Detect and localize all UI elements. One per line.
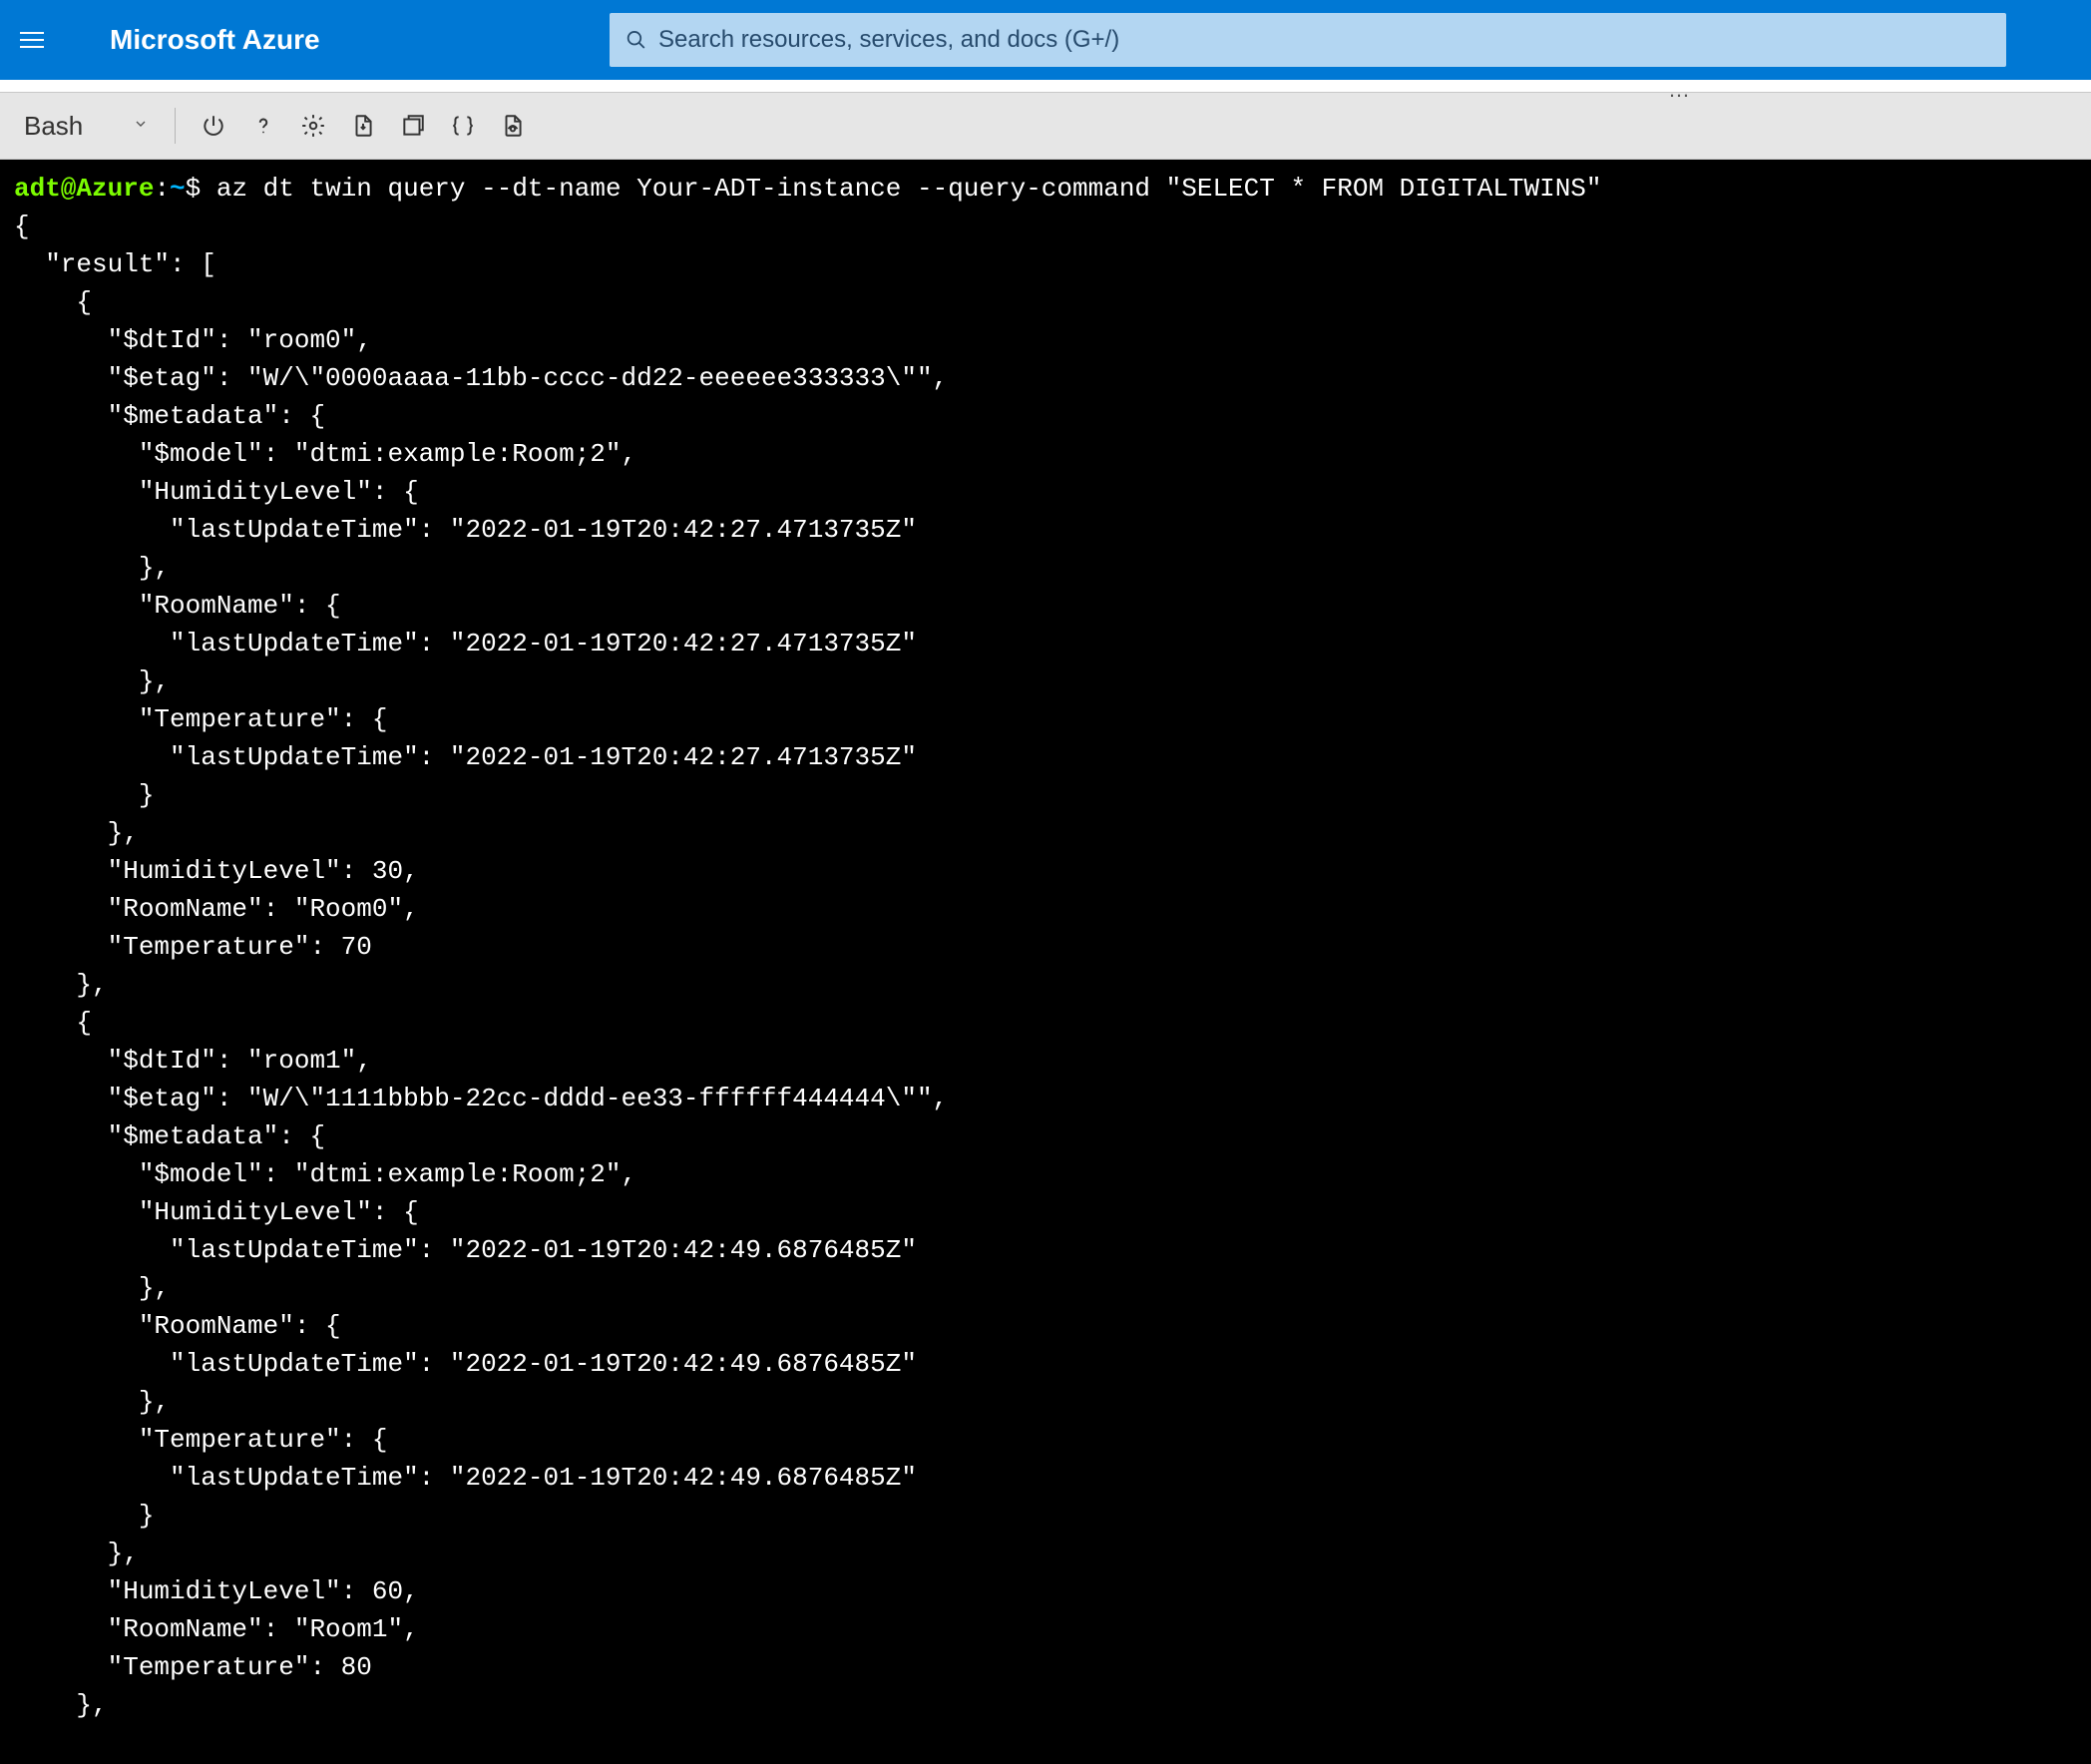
search-input[interactable] xyxy=(658,26,1990,54)
prompt-path: ~ xyxy=(170,174,186,204)
power-icon xyxy=(201,113,226,139)
editor-button[interactable] xyxy=(441,104,485,148)
cloud-shell-toolbar: Bash xyxy=(0,92,2091,160)
settings-button[interactable] xyxy=(291,104,335,148)
search-wrapper xyxy=(610,13,2071,67)
upload-download-button[interactable] xyxy=(341,104,385,148)
file-transfer-icon xyxy=(350,113,376,139)
brand-label: Microsoft Azure xyxy=(110,24,320,56)
hamburger-menu-button[interactable] xyxy=(20,24,60,56)
sub-bar: … xyxy=(0,80,2091,92)
web-preview-button[interactable] xyxy=(491,104,535,148)
cloud-shell-terminal[interactable]: adt@Azure:~$ az dt twin query --dt-name … xyxy=(0,160,2091,1764)
prompt-sym: $ xyxy=(186,174,202,204)
chevron-down-icon xyxy=(133,116,149,137)
braces-icon xyxy=(450,113,476,139)
terminal-command: az dt twin query --dt-name Your-ADT-inst… xyxy=(216,174,1602,204)
shell-type-dropdown[interactable]: Bash xyxy=(14,107,159,146)
file-preview-icon xyxy=(500,113,526,139)
gear-icon xyxy=(300,113,326,139)
search-icon xyxy=(626,29,646,51)
azure-header: Microsoft Azure xyxy=(0,0,2091,80)
new-window-icon xyxy=(400,113,426,139)
prompt-user: adt@Azure xyxy=(14,174,154,204)
help-button[interactable] xyxy=(241,104,285,148)
terminal-output: { "result": [ { "$dtId": "room0", "$etag… xyxy=(14,212,948,1720)
shell-type-label: Bash xyxy=(24,111,83,142)
overflow-icon[interactable]: … xyxy=(1668,77,1692,103)
global-search[interactable] xyxy=(610,13,2006,67)
toolbar-divider xyxy=(175,108,176,144)
new-session-button[interactable] xyxy=(391,104,435,148)
prompt-sep: : xyxy=(154,174,170,204)
restart-shell-button[interactable] xyxy=(192,104,235,148)
help-icon xyxy=(250,113,276,139)
